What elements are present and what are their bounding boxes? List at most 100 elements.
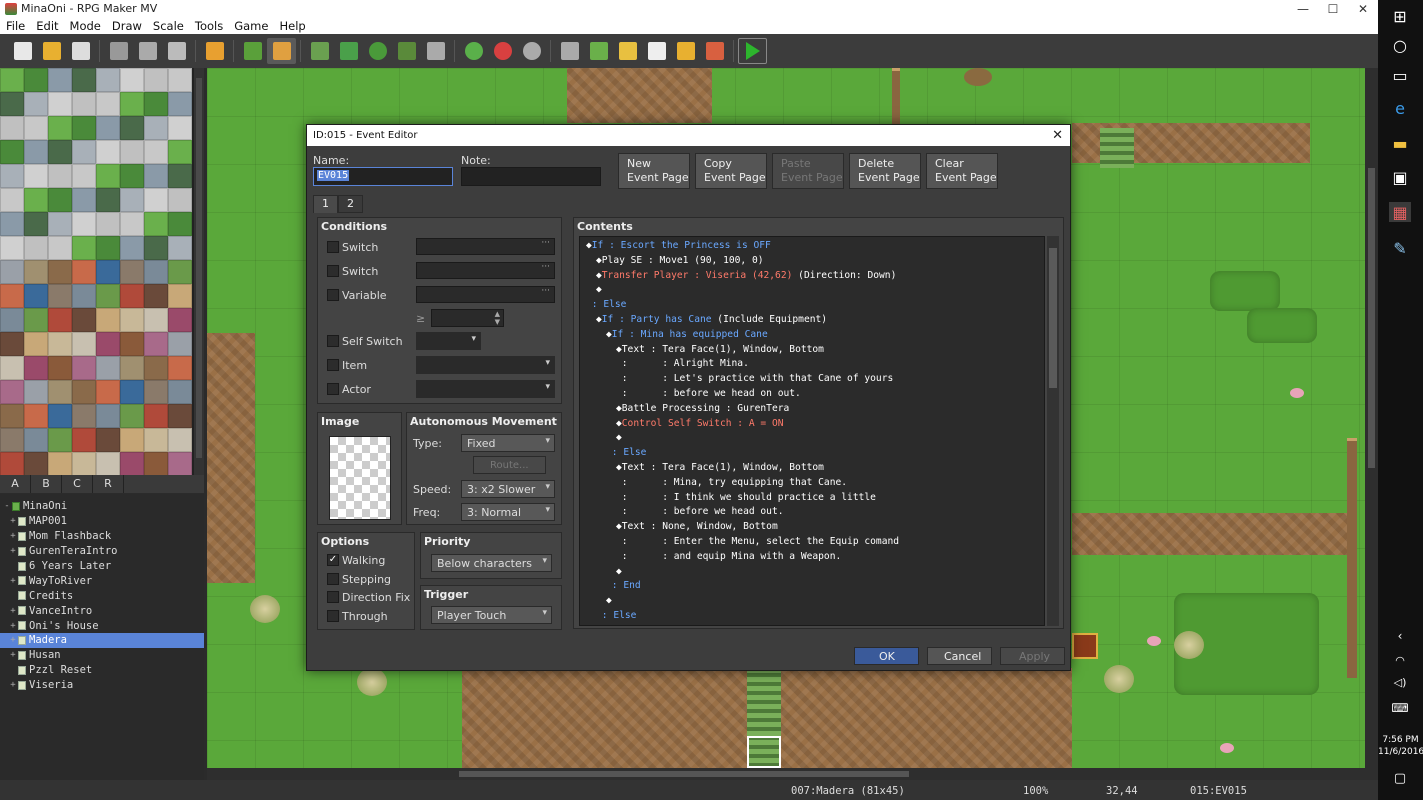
tile-swatch[interactable] [72,92,96,116]
tile-swatch[interactable] [24,284,48,308]
tile-swatch[interactable] [48,428,72,452]
event-command-line[interactable]: ◆If : Escort the Princess is OFF [580,239,1044,254]
tile-swatch[interactable] [120,284,144,308]
event-command-line[interactable]: ◆ [580,283,1044,298]
tile-swatch[interactable] [120,68,144,92]
event-command-line[interactable]: : : before we head out. [580,505,1044,520]
tile-swatch[interactable] [0,140,24,164]
dialog-close-icon[interactable]: ✕ [1052,128,1063,143]
pencil-icon[interactable] [305,38,334,64]
menu-item-game[interactable]: Game [228,19,273,33]
note-input[interactable] [461,167,601,186]
clock-date[interactable]: 11/6/2016 [1378,747,1423,757]
tile-swatch[interactable] [120,92,144,116]
tile-swatch[interactable] [72,164,96,188]
map-tree-item[interactable]: Pzzl Reset [0,663,204,678]
tile-swatch[interactable] [72,284,96,308]
event-command-line[interactable]: ◆Text : None, Window, Bottom [580,520,1044,535]
map-tree-item[interactable]: + Husan [0,648,204,663]
tile-grid[interactable] [0,68,192,475]
ellipse-icon[interactable] [363,38,392,64]
variable-value-spinner[interactable]: ▲ ▼ [431,309,504,327]
scroll-thumb[interactable] [459,771,909,777]
self-switch-dropdown[interactable] [416,332,481,350]
tile-swatch[interactable] [72,116,96,140]
map-tree-item[interactable]: + Oni's House [0,618,204,633]
tile-swatch[interactable] [168,68,192,92]
tile-swatch[interactable] [120,236,144,260]
tile-swatch[interactable] [48,116,72,140]
tile-swatch[interactable] [96,284,120,308]
clock-time[interactable]: 7:56 PM [1378,735,1423,745]
tile-swatch[interactable] [72,404,96,428]
start-icon[interactable]: ⊞ [1389,6,1411,26]
map-tree-item[interactable]: - MinaOni [0,499,204,514]
tile-swatch[interactable] [48,188,72,212]
tile-swatch[interactable] [168,260,192,284]
tile-swatch[interactable] [72,380,96,404]
tile-swatch[interactable] [168,284,192,308]
rpg-maker-taskbar-icon[interactable]: ▦ [1389,202,1411,222]
actor-dropdown[interactable] [416,380,555,398]
tile-swatch[interactable] [24,380,48,404]
event-page-button-copy[interactable]: Copy Event Page [695,153,767,189]
tile-swatch[interactable] [120,308,144,332]
undo-icon[interactable] [200,38,229,64]
map-tree-item[interactable]: + Viseria [0,678,204,693]
tile-swatch[interactable] [120,332,144,356]
tile-swatch[interactable] [144,164,168,188]
scroll-thumb[interactable] [196,78,202,458]
tile-swatch[interactable] [48,212,72,236]
tile-swatch[interactable] [24,140,48,164]
tile-swatch[interactable] [168,116,192,140]
tile-swatch[interactable] [96,212,120,236]
event-mode-icon[interactable] [267,38,296,64]
event-command-line[interactable]: : Else [580,446,1044,461]
tileset-tab-b[interactable]: B [31,475,62,493]
copy-icon[interactable] [133,38,162,64]
event-command-line[interactable]: : Else [580,298,1044,313]
store-icon[interactable]: ▣ [1389,167,1411,187]
menu-item-tools[interactable]: Tools [189,19,228,33]
variable-checkbox[interactable] [327,289,339,301]
type-dropdown[interactable]: Fixed [461,434,555,452]
tile-swatch[interactable] [144,380,168,404]
tile-swatch[interactable] [48,236,72,260]
event-page-button-delete[interactable]: Delete Event Page [849,153,921,189]
tile-swatch[interactable] [144,188,168,212]
cortana-icon[interactable]: ○ [1389,35,1411,55]
tile-swatch[interactable] [168,308,192,332]
rectangle-icon[interactable] [334,38,363,64]
tile-swatch[interactable] [96,260,120,284]
tile-swatch[interactable] [96,380,120,404]
tile-swatch[interactable] [168,92,192,116]
tile-swatch[interactable] [48,164,72,188]
expand-toggle-icon[interactable]: - [2,501,12,511]
flood-fill-icon[interactable] [392,38,421,64]
expand-toggle-icon[interactable]: + [8,546,18,556]
file-explorer-icon[interactable]: ▬ [1389,133,1411,153]
tile-swatch[interactable] [0,428,24,452]
tile-swatch[interactable] [24,260,48,284]
menu-item-scale[interactable]: Scale [147,19,189,33]
tile-swatch[interactable] [168,356,192,380]
event-command-line[interactable]: ◆ [580,431,1044,446]
tile-swatch[interactable] [96,428,120,452]
actor-checkbox[interactable] [327,383,339,395]
tile-swatch[interactable] [24,212,48,236]
stepping-checkbox[interactable] [327,573,339,585]
event-command-line[interactable]: : : before we head on out. [580,387,1044,402]
tile-swatch[interactable] [168,140,192,164]
zoom-out-icon[interactable] [488,38,517,64]
expand-toggle-icon[interactable]: + [8,650,18,660]
tile-swatch[interactable] [48,380,72,404]
tile-swatch[interactable] [96,332,120,356]
paste-icon[interactable] [162,38,191,64]
item-dropdown[interactable] [416,356,555,374]
expand-toggle-icon[interactable]: + [8,635,18,645]
expand-toggle-icon[interactable]: + [8,606,18,616]
event-command-line[interactable]: : End [580,579,1044,594]
event-command-line[interactable]: ◆Battle Processing : GurenTera [580,402,1044,417]
task-view-icon[interactable]: ▭ [1389,65,1411,85]
event-command-line[interactable]: : : Mina, try equipping that Cane. [580,476,1044,491]
